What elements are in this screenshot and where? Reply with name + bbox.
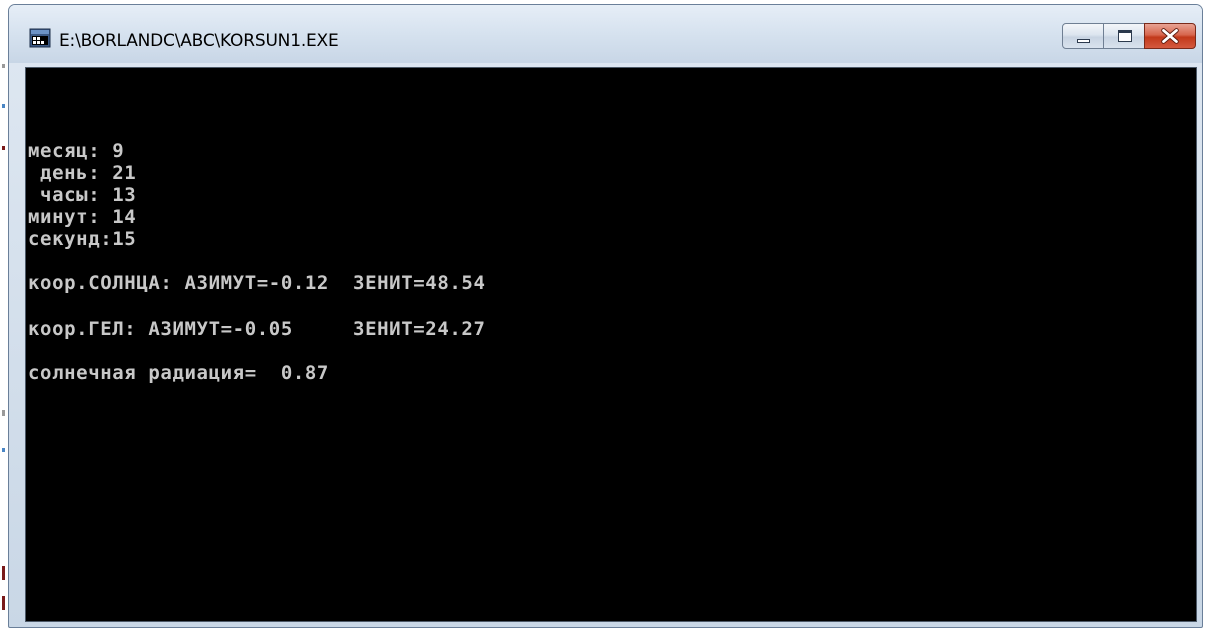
console-line-seconds: секунд:15: [28, 228, 137, 250]
console-line-minutes: минут: 14: [28, 206, 137, 228]
title-bar[interactable]: E:\BORLANDC\ABC\KORSUN1.EXE: [9, 5, 1202, 63]
edge-mark: [2, 448, 5, 452]
screen: E:\BORLANDC\ABC\KORSUN1.EXE месяц: 9 ден…: [0, 0, 1205, 632]
caption-buttons: [1062, 23, 1196, 51]
console-line-hours: часы: 13: [28, 184, 137, 206]
background-window-edge: [0, 0, 8, 632]
window-title: E:\BORLANDC\ABC\KORSUN1.EXE: [59, 31, 339, 51]
edge-mark: [2, 64, 5, 68]
edge-mark: [2, 146, 5, 150]
close-icon: [1161, 28, 1179, 44]
edge-mark: [2, 104, 5, 108]
console-line-month: месяц: 9: [28, 140, 125, 162]
console-line-sun-coords: коор.СОЛНЦА: АЗИМУТ=-0.12 ЗЕНИТ=48.54: [28, 272, 486, 294]
close-button[interactable]: [1144, 23, 1196, 49]
edge-mark: [2, 596, 5, 610]
console-line-solar-radiation: солнечная радиация= 0.87: [28, 362, 329, 384]
edge-mark: [2, 566, 5, 580]
maximize-icon: [1118, 30, 1132, 42]
minimize-icon: [1077, 39, 1090, 43]
console-line-day: день: 21: [28, 162, 137, 184]
console-line-gel-coords: коор.ГЕЛ: АЗИМУТ=-0.05 ЗЕНИТ=24.27: [28, 318, 486, 340]
console-app-icon[interactable]: [29, 27, 51, 49]
minimize-button[interactable]: [1062, 23, 1104, 49]
console-output[interactable]: месяц: 9 день: 21 часы: 13 минут: 14 сек…: [25, 67, 1197, 622]
console-window: E:\BORLANDC\ABC\KORSUN1.EXE месяц: 9 ден…: [8, 4, 1203, 628]
maximize-button[interactable]: [1103, 23, 1145, 49]
edge-mark: [2, 410, 5, 416]
